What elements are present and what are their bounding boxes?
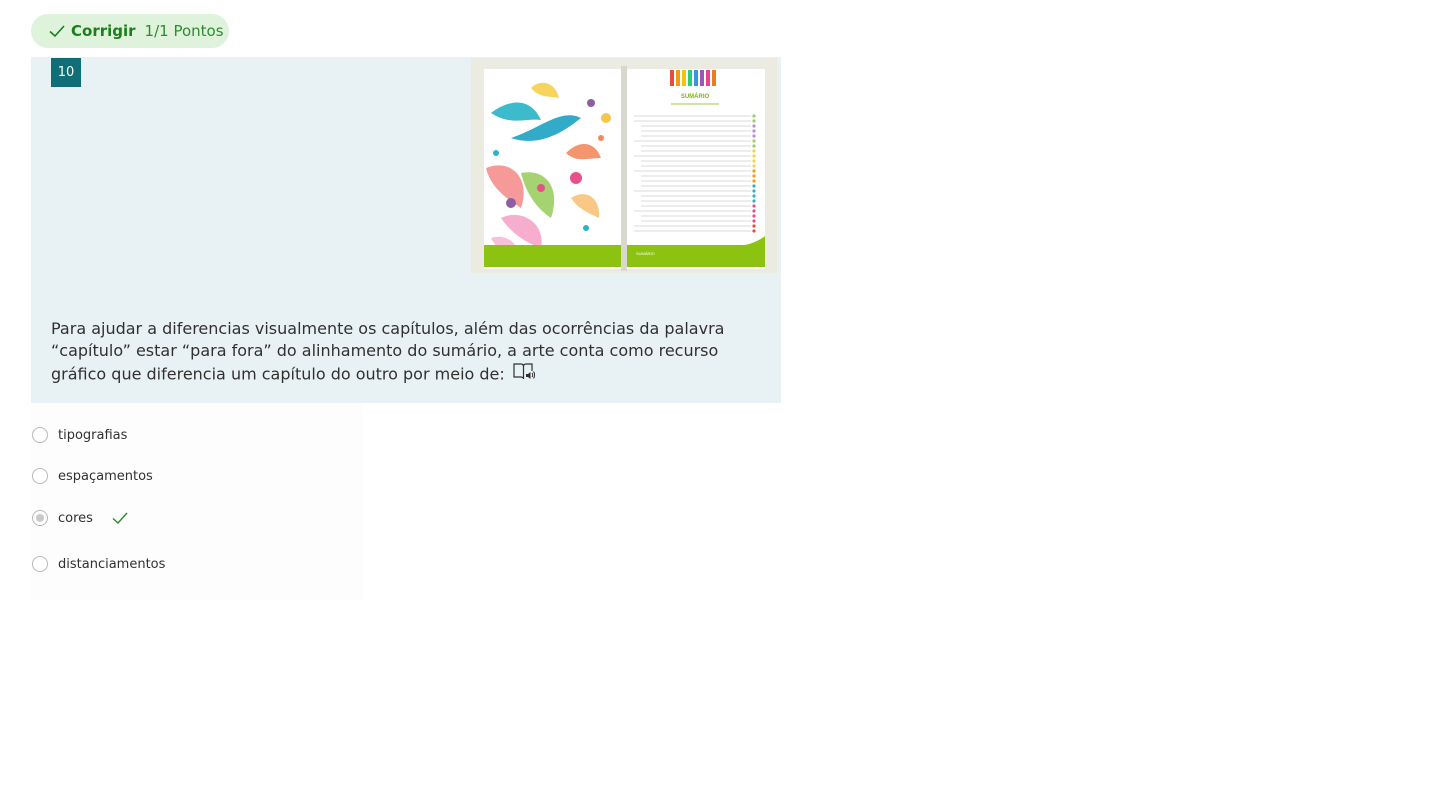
question-text-block: Para ajudar a diferencias visualmente os…: [51, 318, 763, 388]
radio-button[interactable]: [32, 556, 48, 572]
checkmark-icon: [48, 22, 66, 40]
question-image: SUMÁRIO SUMÁRIO: [471, 58, 777, 273]
answer-choices: tipografias espaçamentos cores distancia…: [31, 403, 363, 600]
question-text: Para ajudar a diferencias visualmente os…: [51, 319, 725, 384]
result-badge: Corrigir 1/1 Pontos: [31, 14, 229, 48]
choice-label: cores: [58, 510, 93, 526]
radio-button[interactable]: [32, 427, 48, 443]
result-points: 1/1 Pontos: [144, 22, 224, 40]
radio-button-selected[interactable]: [32, 510, 48, 526]
image-title: SUMÁRIO: [681, 93, 710, 100]
question-number: 10: [51, 58, 81, 87]
choice-tipografias[interactable]: tipografias: [31, 423, 127, 447]
radio-button[interactable]: [32, 468, 48, 484]
correct-checkmark-icon: [111, 509, 129, 527]
choice-label: distanciamentos: [58, 556, 166, 572]
choice-distanciamentos[interactable]: distanciamentos: [31, 552, 165, 576]
immersive-reader-icon[interactable]: [513, 362, 535, 388]
choice-espacamentos[interactable]: espaçamentos: [31, 464, 153, 488]
choice-label: tipografias: [58, 427, 128, 443]
choice-cores[interactable]: cores: [31, 506, 129, 530]
image-footer: SUMÁRIO: [636, 251, 655, 256]
result-status: Corrigir: [71, 22, 136, 40]
choice-label: espaçamentos: [58, 468, 153, 484]
question-card: 10 SUMÁRIO SUMÁRIO Para ajudar a diferen…: [31, 57, 781, 403]
